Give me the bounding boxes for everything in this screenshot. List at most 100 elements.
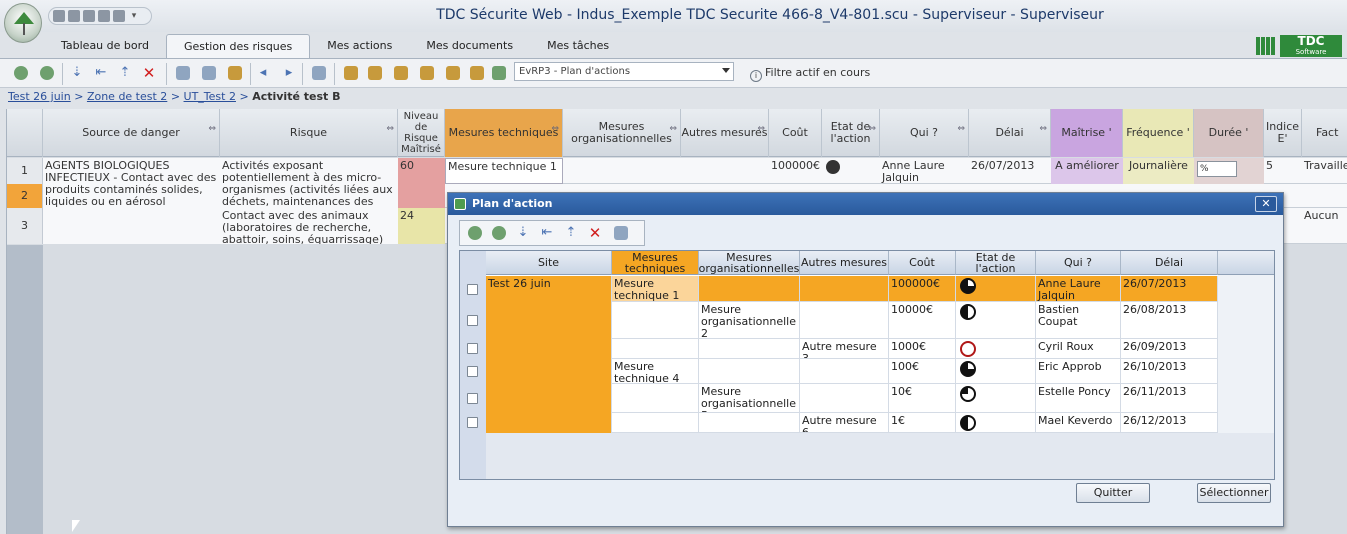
- col-mesures-techniques[interactable]: Mesures techniques ⇔: [445, 109, 563, 157]
- cout-cell[interactable]: 10000€: [889, 302, 956, 339]
- pin-icon[interactable]: ⇔: [669, 123, 677, 135]
- row-checkbox[interactable]: [467, 417, 478, 428]
- breadcrumb-item-zone[interactable]: Zone de test 2: [87, 90, 167, 103]
- col-risque[interactable]: Risque ⇔: [220, 109, 398, 157]
- mestech-cell[interactable]: [612, 413, 699, 433]
- next-icon[interactable]: ▸: [282, 66, 296, 80]
- col-qui[interactable]: Qui ? ⇔: [880, 109, 969, 157]
- users-icon[interactable]: [420, 66, 434, 80]
- mestech-cell[interactable]: [612, 302, 699, 339]
- autres-cell[interactable]: [800, 276, 889, 302]
- delete-icon[interactable]: ✕: [588, 226, 602, 241]
- indent-icon[interactable]: ⇤: [94, 66, 108, 80]
- duree-input[interactable]: %: [1197, 161, 1237, 177]
- back-icon[interactable]: [14, 66, 28, 80]
- row-checkbox[interactable]: [467, 366, 478, 377]
- autres-cell[interactable]: [800, 384, 889, 413]
- risque-cell[interactable]: Contact avec des animaux (laboratoires d…: [220, 208, 398, 244]
- move-down-icon[interactable]: ⇣: [516, 226, 530, 240]
- pin-icon[interactable]: ⇔: [868, 123, 876, 135]
- qui-cell[interactable]: Anne Laure Jalquin: [880, 158, 969, 184]
- tab-mes-actions[interactable]: Mes actions: [310, 34, 409, 58]
- delai-cell[interactable]: 26/12/2013: [1121, 413, 1218, 433]
- mesorg-cell[interactable]: [699, 276, 800, 302]
- dialog-title-bar[interactable]: Plan d'action ✕: [448, 193, 1283, 215]
- qui-cell[interactable]: Mael Keverdo: [1036, 413, 1121, 433]
- breadcrumb-item-site[interactable]: Test 26 juin: [8, 90, 71, 103]
- autres-cell[interactable]: [800, 359, 889, 384]
- fact-cell[interactable]: Aucun: [1302, 208, 1347, 244]
- etat-cell[interactable]: [956, 302, 1036, 339]
- delete-icon[interactable]: ✕: [142, 66, 156, 81]
- mesorg-cell[interactable]: [699, 339, 800, 359]
- col-frequence[interactable]: Fréquence ': [1123, 109, 1194, 157]
- cout-cell[interactable]: 1000€: [889, 339, 956, 359]
- cout-cell[interactable]: 10€: [889, 384, 956, 413]
- etat-cell[interactable]: [956, 359, 1036, 384]
- delai-cell[interactable]: 26/07/2013: [1121, 276, 1218, 302]
- pin-icon[interactable]: ⇔: [551, 123, 559, 135]
- dlg-col-cout[interactable]: Coût: [889, 251, 956, 275]
- filter-status[interactable]: ⅰ Filtre actif en cours: [750, 66, 870, 82]
- dlg-col-mesures-techniques[interactable]: Mesures techniques: [612, 251, 699, 275]
- row-number[interactable]: 1: [7, 158, 43, 184]
- cout-cell[interactable]: 100000€: [769, 158, 822, 184]
- mesorg-cell[interactable]: Mesure organisationnelle 5: [699, 384, 800, 413]
- row-number[interactable]: 3: [7, 208, 43, 244]
- col-niveau-risque[interactable]: Niveau de Risque Maîtrisé: [398, 109, 445, 157]
- col-maitrise[interactable]: Maîtrise ': [1051, 109, 1123, 157]
- autres-cell[interactable]: Autre mesure 3: [800, 339, 889, 359]
- move-up-icon[interactable]: ⇡: [118, 66, 132, 80]
- dlg-col-mesures-organisationnelles[interactable]: Mesures organisationnelles: [699, 251, 800, 275]
- qui-cell[interactable]: Estelle Poncy: [1036, 384, 1121, 413]
- tab-tableau-de-bord[interactable]: Tableau de bord: [44, 34, 166, 58]
- dlg-col-qui[interactable]: Qui ?: [1036, 251, 1121, 275]
- dlg-col-autres-mesures[interactable]: Autres mesures: [800, 251, 889, 275]
- autres-cell[interactable]: Autre mesure 6: [800, 413, 889, 433]
- tab-gestion-des-risques[interactable]: Gestion des risques: [165, 34, 311, 58]
- delai-cell[interactable]: 26/09/2013: [1121, 339, 1218, 359]
- calculator-icon[interactable]: [312, 66, 326, 80]
- group-icon[interactable]: [446, 66, 460, 80]
- action-row[interactable]: Mesure organisationnelle 5 10€ Estelle P…: [460, 384, 1218, 413]
- chevron-down-icon[interactable]: [722, 68, 730, 73]
- tab-mes-documents[interactable]: Mes documents: [409, 34, 530, 58]
- mesorg-cell[interactable]: [699, 359, 800, 384]
- action-row[interactable]: Mesure technique 4 100€ Eric Approb 26/1…: [460, 359, 1218, 384]
- row-number[interactable]: 2: [7, 184, 43, 208]
- col-fact[interactable]: Fact: [1302, 109, 1347, 157]
- mestech-cell[interactable]: Mesure technique 1: [612, 276, 699, 302]
- qui-cell[interactable]: Anne Laure Jalquin: [1036, 276, 1121, 302]
- row-checkbox[interactable]: [467, 284, 478, 295]
- cout-cell[interactable]: 100€: [889, 359, 956, 384]
- col-delai[interactable]: Délai ⇔: [969, 109, 1051, 157]
- view-select[interactable]: EvRP3 - Plan d'actions: [514, 62, 734, 81]
- col-cout[interactable]: Coût: [769, 109, 822, 157]
- qui-cell[interactable]: Cyril Roux: [1036, 339, 1121, 359]
- qui-cell[interactable]: Bastien Coupat: [1036, 302, 1121, 339]
- col-mesures-organisationnelles[interactable]: Mesures organisationnelles ⇔: [563, 109, 681, 157]
- pin-icon[interactable]: ⇔: [1039, 123, 1047, 135]
- breadcrumb-item-ut[interactable]: UT_Test 2: [184, 90, 236, 103]
- mestech-cell[interactable]: [612, 339, 699, 359]
- autres-cell[interactable]: [800, 302, 889, 339]
- tool-icon[interactable]: [202, 66, 216, 80]
- close-button[interactable]: ✕: [1255, 196, 1277, 212]
- mesorg-cell[interactable]: [699, 413, 800, 433]
- prev-icon[interactable]: ◂: [256, 66, 270, 80]
- dlg-col-delai[interactable]: Délai: [1121, 251, 1218, 275]
- mesorg-cell[interactable]: Mesure organisationnelle 2: [699, 302, 800, 339]
- row-checkbox[interactable]: [467, 343, 478, 354]
- delai-cell[interactable]: 26/11/2013: [1121, 384, 1218, 413]
- move-down-icon[interactable]: ⇣: [70, 66, 84, 80]
- forward-icon[interactable]: [40, 66, 54, 80]
- row-checkbox[interactable]: [467, 393, 478, 404]
- indice-cell[interactable]: 5: [1264, 158, 1302, 184]
- action-row[interactable]: Autre mesure 6 1€ Mael Keverdo 26/12/201…: [460, 413, 1218, 433]
- tab-mes-taches[interactable]: Mes tâches: [530, 34, 626, 58]
- cout-cell[interactable]: 100000€: [889, 276, 956, 302]
- pin-icon[interactable]: ⇔: [386, 123, 394, 135]
- pin-icon[interactable]: ⇔: [208, 123, 216, 135]
- action-row[interactable]: Mesure technique 1 100000€ Anne Laure Ja…: [460, 276, 1218, 302]
- mestech-cell[interactable]: [612, 384, 699, 413]
